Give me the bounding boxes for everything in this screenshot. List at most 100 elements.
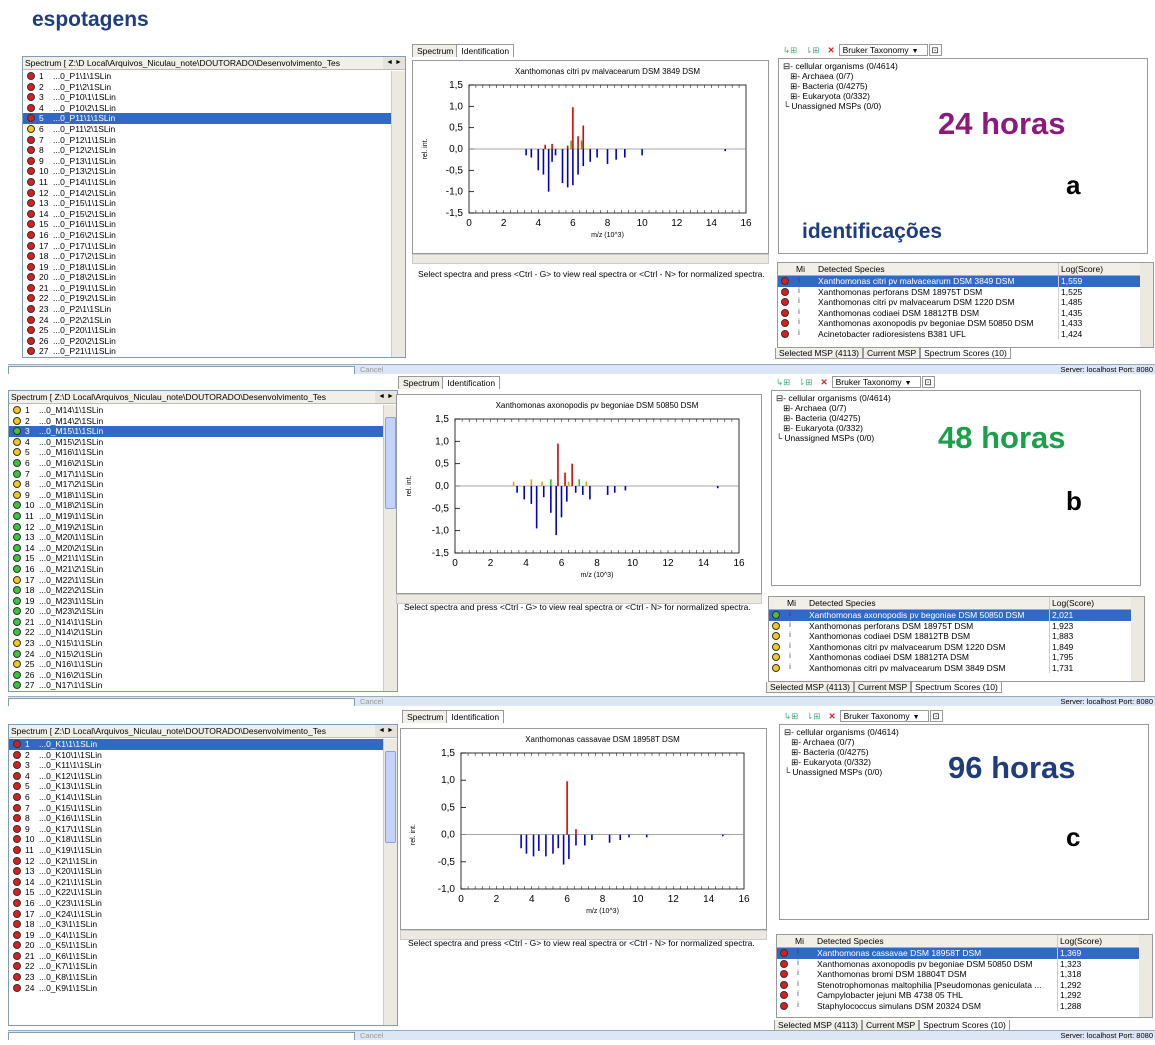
spectrum-list-item[interactable]: 3 ...0_K11\1\1SLin <box>9 760 383 771</box>
table-row[interactable]: ⅰ Xanthomonas perforans DSM 18975T DSM 1,5… <box>778 286 1153 298</box>
table-row[interactable]: ⅰ Xanthomonas codiaei DSM 18812TA DSM 1,79… <box>769 652 1144 663</box>
tree-toggle-icon[interactable]: ⊟- <box>784 727 796 737</box>
tree-collapse-icon[interactable]: ⇂⊞ <box>806 711 820 721</box>
spectrum-list-item[interactable]: 25 ...0_P20\1\1SLin <box>23 325 391 336</box>
spectrum-list-item[interactable]: 1 ...0_P1\1\1SLin <box>23 71 391 82</box>
spectrum-list-item[interactable]: 8 ...0_P12\2\1SLin <box>23 145 391 156</box>
tab-spectrum[interactable]: Spectrum <box>398 376 445 389</box>
info-icon[interactable]: ⅰ <box>797 990 799 1001</box>
tree-toggle-icon[interactable]: ⊞- <box>783 91 802 101</box>
spectrum-list-item[interactable]: 13 ...0_K20\1\1SLin <box>9 866 383 877</box>
table-row[interactable]: ⅰ Staphylococcus simulans DSM 20324 DSM 1,… <box>777 1000 1152 1012</box>
col-score[interactable]: Log(Score) <box>1057 935 1130 947</box>
spectrum-list-item[interactable]: 1 ...0_K1\1\1SLin <box>9 739 383 750</box>
spectrum-list-item[interactable]: 3 ...0_P10\1\1SLin <box>23 92 391 103</box>
spectrum-list-item[interactable]: 6 ...0_K14\1\1SLin <box>9 792 383 803</box>
delete-icon[interactable]: ✕ <box>829 711 836 721</box>
vertical-scrollbar[interactable] <box>391 71 405 357</box>
delete-icon[interactable]: ✕ <box>828 45 835 55</box>
table-scrollbar[interactable] <box>1139 935 1152 1017</box>
tab-identification[interactable]: Identification <box>442 376 501 389</box>
tree-node[interactable]: ⊟- cellular organisms (0/4614) <box>784 727 1144 737</box>
tree-expand-icon[interactable]: ↳⊞ <box>784 711 798 721</box>
col-mi[interactable]: Mi <box>795 935 804 947</box>
spectrum-list-item[interactable]: 4 ...0_M15\2\1SLin <box>9 437 383 448</box>
spectrum-list-item[interactable]: 23 ...0_N15\1\1SLin <box>9 638 383 649</box>
col-score[interactable]: Log(Score) <box>1058 263 1131 275</box>
spectrum-list-item[interactable]: 17 ...0_P17\1\1SLin <box>23 241 391 252</box>
spectrum-list-item[interactable]: 25 ...0_N16\1\1SLin <box>9 659 383 670</box>
table-row[interactable]: ⅰ Xanthomonas citri pv malvacearum DSM 38… <box>769 662 1144 673</box>
delete-icon[interactable]: ✕ <box>821 377 828 387</box>
tab-identification[interactable]: Identification <box>446 710 505 723</box>
spectrum-list-item[interactable]: 6 ...0_P11\2\1SLin <box>23 124 391 135</box>
spectrum-list-item[interactable]: 12 ...0_P14\2\1SLin <box>23 188 391 199</box>
col-species[interactable]: Detected Species <box>809 597 876 609</box>
info-icon[interactable]: ⅰ <box>789 610 791 621</box>
table-row[interactable]: ⅰ Xanthomonas codiaei DSM 18812TB DSM 1,43… <box>778 307 1153 319</box>
spectrum-list-item[interactable]: 10 ...0_M18\2\1SLin <box>9 500 383 511</box>
spectrum-list-item[interactable]: 9 ...0_M18\1\1SLin <box>9 490 383 501</box>
spectrum-list-item[interactable]: 5 ...0_K13\1\1SLin <box>9 781 383 792</box>
tree-node[interactable]: ⊞- Archaea (0/7) <box>783 71 1143 81</box>
spectrum-list-item[interactable]: 11 ...0_K19\1\1SLin <box>9 845 383 856</box>
spectrum-list-item[interactable]: 27 ...0_N17\1\1SLin <box>9 680 383 691</box>
table-row[interactable]: ⅰ Xanthomonas axonopodis pv begoniae DSM … <box>769 610 1144 621</box>
spectrum-list-item[interactable]: 22 ...0_N14\2\1SLin <box>9 627 383 638</box>
tree-toggle-icon[interactable]: ⊞- <box>784 737 803 747</box>
tree-toggle-icon[interactable]: ⊞- <box>784 747 803 757</box>
col-score[interactable]: Log(Score) <box>1049 597 1122 609</box>
spectrum-list-item[interactable]: 8 ...0_M17\2\1SLin <box>9 479 383 490</box>
refresh-icon[interactable]: ⊡ <box>928 44 942 56</box>
spectrum-list-item[interactable]: 19 ...0_M23\1\1SLin <box>9 596 383 607</box>
spectrum-list-item[interactable]: 15 ...0_P16\1\1SLin <box>23 219 391 230</box>
info-icon[interactable]: ⅰ <box>797 959 799 970</box>
spectrum-list-item[interactable]: 4 ...0_P10\2\1SLin <box>23 103 391 114</box>
info-icon[interactable]: ⅰ <box>797 980 799 991</box>
info-icon[interactable]: ⅰ <box>798 329 800 340</box>
refresh-icon[interactable]: ⊡ <box>921 376 935 388</box>
tab-spectrum[interactable]: Spectrum <box>412 44 459 57</box>
tree-expand-icon[interactable]: ↳⊞ <box>776 377 790 387</box>
spectrum-list-item[interactable]: 2 ...0_M14\2\1SLin <box>9 416 383 427</box>
spectrum-list-item[interactable]: 15 ...0_M21\1\1SLin <box>9 553 383 564</box>
tab-current-msp[interactable]: Current MSP <box>863 348 921 359</box>
spectrum-list-item[interactable]: 6 ...0_M16\2\1SLin <box>9 458 383 469</box>
table-row[interactable]: ⅰ Xanthomonas axonopodis pv begoniae DSM … <box>778 318 1153 329</box>
tab-identification[interactable]: Identification <box>456 44 515 57</box>
spectrum-list-item[interactable]: 16 ...0_K23\1\1SLin <box>9 898 383 909</box>
table-row[interactable]: ⅰ Xanthomonas codiaei DSM 18812TB DSM 1,88… <box>769 631 1144 642</box>
tree-toggle-icon[interactable]: ⊞- <box>783 71 802 81</box>
table-scrollbar[interactable] <box>1140 263 1153 347</box>
info-icon[interactable]: ⅰ <box>798 287 800 298</box>
spectrum-list-item[interactable]: 26 ...0_P20\2\1SLin <box>23 336 391 347</box>
spectrum-list-item[interactable]: 23 ...0_P2\1\1SLin <box>23 304 391 315</box>
spectrum-list-item[interactable]: 1 ...0_M14\1\1SLin <box>9 405 383 416</box>
info-icon[interactable]: ⅰ <box>798 308 800 319</box>
spectrum-list-item[interactable]: 21 ...0_P19\1\1SLin <box>23 283 391 294</box>
spectrum-list-item[interactable]: 22 ...0_P19\2\1SLin <box>23 293 391 304</box>
tab-spectrum-scores[interactable]: Spectrum Scores (10) <box>911 682 1002 693</box>
info-icon[interactable]: ⅰ <box>797 948 799 959</box>
spectrum-list-item[interactable]: 3 ...0_M15\1\1SLin <box>9 426 383 437</box>
table-scrollbar[interactable] <box>1131 597 1144 681</box>
spectrum-list-item[interactable]: 10 ...0_K18\1\1SLin <box>9 834 383 845</box>
cancel-button[interactable]: Cancel <box>360 1031 383 1040</box>
tree-toggle-icon[interactable]: ⊞- <box>784 757 803 767</box>
info-icon[interactable]: ⅰ <box>798 276 800 287</box>
tree-toggle-icon[interactable]: ⊟- <box>776 393 788 403</box>
table-row[interactable]: ⅰ Xanthomonas bromi DSM 18804T DSM 1,318 <box>777 969 1152 980</box>
table-row[interactable]: ⅰ Xanthomonas axonopodis pv begoniae DSM … <box>777 958 1152 970</box>
spectrum-list-item[interactable]: 4 ...0_K12\1\1SLin <box>9 771 383 782</box>
spectrum-list-item[interactable]: 16 ...0_P16\2\1SLin <box>23 230 391 241</box>
spectrum-list-item[interactable]: 14 ...0_M20\2\1SLin <box>9 543 383 554</box>
scroll-arrows-icon[interactable]: ◄ ► <box>375 725 397 737</box>
scroll-arrows-icon[interactable]: ◄ ► <box>383 57 405 69</box>
tab-spectrum-scores[interactable]: Spectrum Scores (10) <box>920 348 1011 359</box>
info-icon[interactable]: ⅰ <box>797 1001 799 1012</box>
dropdown-icon[interactable]: ▼ <box>912 48 919 55</box>
scrollbar-thumb[interactable] <box>385 751 396 843</box>
tree-node[interactable]: ⊟- cellular organisms (0/4614) <box>776 393 1136 403</box>
spectrum-list-item[interactable]: 9 ...0_K17\1\1SLin <box>9 824 383 835</box>
spectrum-list-item[interactable]: 15 ...0_K22\1\1SLin <box>9 887 383 898</box>
